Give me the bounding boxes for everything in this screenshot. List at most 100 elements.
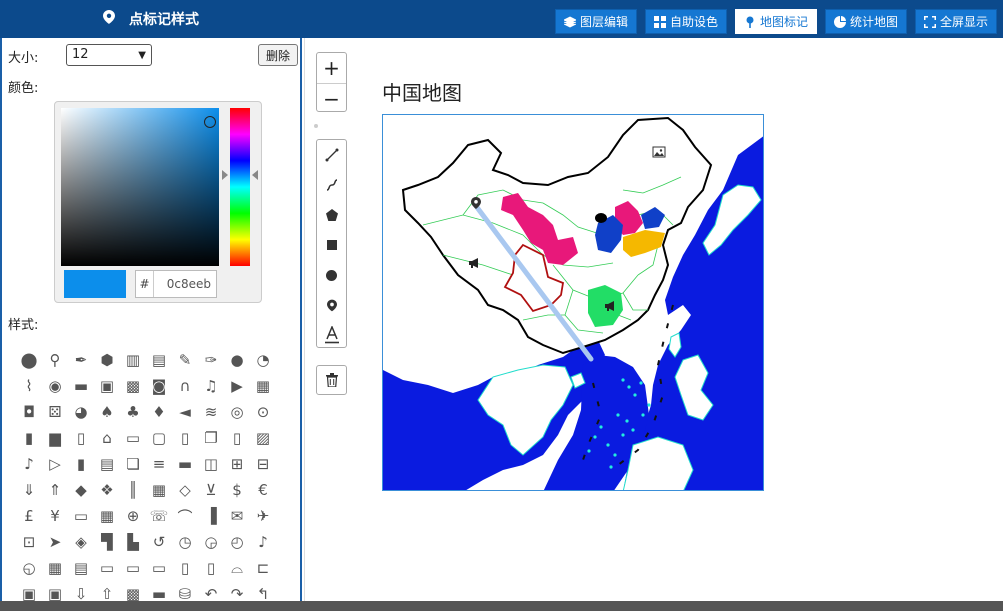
address-book-icon[interactable]: ▐ [198, 503, 224, 529]
file-zip-icon[interactable]: ▤ [94, 451, 120, 477]
calendar-icon[interactable]: ▦ [42, 555, 68, 581]
photo-icon[interactable]: ▩ [120, 373, 146, 399]
envelope-icon[interactable]: ✉ [224, 503, 250, 529]
drop-icon[interactable]: ◉ [42, 373, 68, 399]
paint-roller-icon[interactable]: ▬ [68, 373, 94, 399]
lifebuoy-icon[interactable]: ⊕ [120, 503, 146, 529]
hue-slider[interactable] [230, 108, 250, 266]
spade-icon[interactable]: ♠ [94, 399, 120, 425]
draw-marker-button[interactable] [317, 290, 346, 320]
delete-shape-button[interactable] [316, 365, 347, 395]
file-video-icon[interactable]: ▮ [68, 451, 94, 477]
file-empty-icon[interactable]: ▯ [224, 425, 250, 451]
quill-icon[interactable]: ✑ [198, 347, 224, 373]
phone-icon[interactable]: ☏ [146, 503, 172, 529]
draw-line-button[interactable] [317, 140, 346, 170]
auto-color-button[interactable]: 自助设色 [645, 9, 728, 34]
mobile-icon[interactable]: ▯ [172, 555, 198, 581]
bullhorn-icon[interactable]: ◄ [172, 399, 198, 425]
credit-card-icon[interactable]: ▭ [68, 503, 94, 529]
music-icon[interactable]: ♫ [198, 373, 224, 399]
rss-icon[interactable]: ◔ [250, 347, 276, 373]
tablet-icon[interactable]: ▯ [198, 555, 224, 581]
history-icon[interactable]: ↺ [146, 529, 172, 555]
coin-dollar-icon[interactable]: $ [224, 477, 250, 503]
folder-icon[interactable]: ▬ [172, 451, 198, 477]
tv-icon[interactable]: ⌓ [224, 555, 250, 581]
camera-icon[interactable]: ◙ [146, 373, 172, 399]
draw-polygon-button[interactable] [317, 200, 346, 230]
hex-input[interactable]: # 0c8eeb [135, 270, 217, 298]
phone-hang-up-icon[interactable]: ⌒ [172, 503, 198, 529]
folder-download-icon[interactable]: ⇓ [16, 477, 42, 503]
file-music-icon[interactable]: ♪ [16, 451, 42, 477]
keyboard-icon[interactable]: ▭ [94, 555, 120, 581]
chat-icon[interactable]: ● [224, 347, 250, 373]
pushpin-icon[interactable]: ✈ [250, 503, 276, 529]
map-2-icon[interactable]: ▙ [120, 529, 146, 555]
draw-curve-button[interactable] [317, 170, 346, 200]
compass-2-icon[interactable]: ◈ [68, 529, 94, 555]
pacman-icon[interactable]: ◕ [68, 399, 94, 425]
files-icon[interactable]: ❐ [198, 425, 224, 451]
clock-2-icon[interactable]: ◶ [198, 529, 224, 555]
alarm-icon[interactable]: ◴ [224, 529, 250, 555]
video-icon[interactable]: ▶ [224, 373, 250, 399]
hue-arrow-left[interactable] [222, 170, 228, 180]
library-icon[interactable]: ▯ [68, 425, 94, 451]
price-tag-icon[interactable]: ◆ [68, 477, 94, 503]
podcast-icon[interactable]: ◎ [224, 399, 250, 425]
hue-arrow-right[interactable] [252, 170, 258, 180]
folder-open-icon[interactable]: ◫ [198, 451, 224, 477]
coin-euro-icon[interactable]: € [250, 477, 276, 503]
stopwatch-icon[interactable]: ◵ [16, 555, 42, 581]
file-play-icon[interactable]: ▷ [42, 451, 68, 477]
drawer-icon[interactable]: ⊏ [250, 555, 276, 581]
profile-icon[interactable]: ▢ [146, 425, 172, 451]
wifi-icon[interactable]: ≋ [198, 399, 224, 425]
map-marker-button[interactable]: 地图标记 [735, 9, 818, 34]
file-icon[interactable]: ▯ [172, 425, 198, 451]
qrcode-icon[interactable]: ▦ [146, 477, 172, 503]
coin-pound-icon[interactable]: £ [16, 503, 42, 529]
draw-circle-button[interactable] [317, 260, 346, 290]
coin-yen-icon[interactable]: ¥ [42, 503, 68, 529]
dice-icon[interactable]: ⚄ [42, 399, 68, 425]
draw-rectangle-button[interactable] [317, 230, 346, 260]
pen-icon[interactable]: ✒ [68, 347, 94, 373]
clock-icon[interactable]: ◷ [172, 529, 198, 555]
color-cursor[interactable] [204, 116, 216, 128]
map-pin-icon[interactable]: ⚲ [42, 347, 68, 373]
calculator-icon[interactable]: ▦ [94, 503, 120, 529]
map-icon[interactable]: ▜ [94, 529, 120, 555]
location-icon[interactable]: ⊡ [16, 529, 42, 555]
eyedropper-icon[interactable]: ⌇ [16, 373, 42, 399]
folder-upload-icon[interactable]: ⇑ [42, 477, 68, 503]
folder-minus-icon[interactable]: ⊟ [250, 451, 276, 477]
building-icon[interactable]: ▥ [120, 347, 146, 373]
feather-icon[interactable]: ✎ [172, 347, 198, 373]
saturation-value-area[interactable] [61, 108, 219, 266]
display-icon[interactable]: ▭ [120, 555, 146, 581]
broadcast-icon[interactable]: ⊙ [250, 399, 276, 425]
draw-text-button[interactable] [317, 320, 346, 350]
bell-icon[interactable]: ♪ [250, 529, 276, 555]
file-text-icon[interactable]: ▭ [120, 425, 146, 451]
film-icon[interactable]: ▦ [250, 373, 276, 399]
size-select[interactable]: 12 ▼ [66, 44, 152, 66]
cart-icon[interactable]: ⊻ [198, 477, 224, 503]
newspaper-icon[interactable]: ▤ [146, 347, 172, 373]
shield-icon[interactable]: ⬢ [94, 347, 120, 373]
club-icon[interactable]: ♣ [120, 399, 146, 425]
barcode-icon[interactable]: ║ [120, 477, 146, 503]
bank-icon[interactable]: ⌂ [94, 425, 120, 451]
map-marker-icon[interactable]: ⬤ [16, 347, 42, 373]
copy-icon[interactable]: ❏ [120, 451, 146, 477]
file-picture-icon[interactable]: ▨ [250, 425, 276, 451]
compass-icon[interactable]: ➤ [42, 529, 68, 555]
image-marker[interactable] [652, 146, 666, 158]
printer-icon[interactable]: ▤ [68, 555, 94, 581]
image-icon[interactable]: ▣ [94, 373, 120, 399]
laptop-icon[interactable]: ▭ [146, 555, 172, 581]
mic-icon[interactable]: ▮ [16, 425, 42, 451]
